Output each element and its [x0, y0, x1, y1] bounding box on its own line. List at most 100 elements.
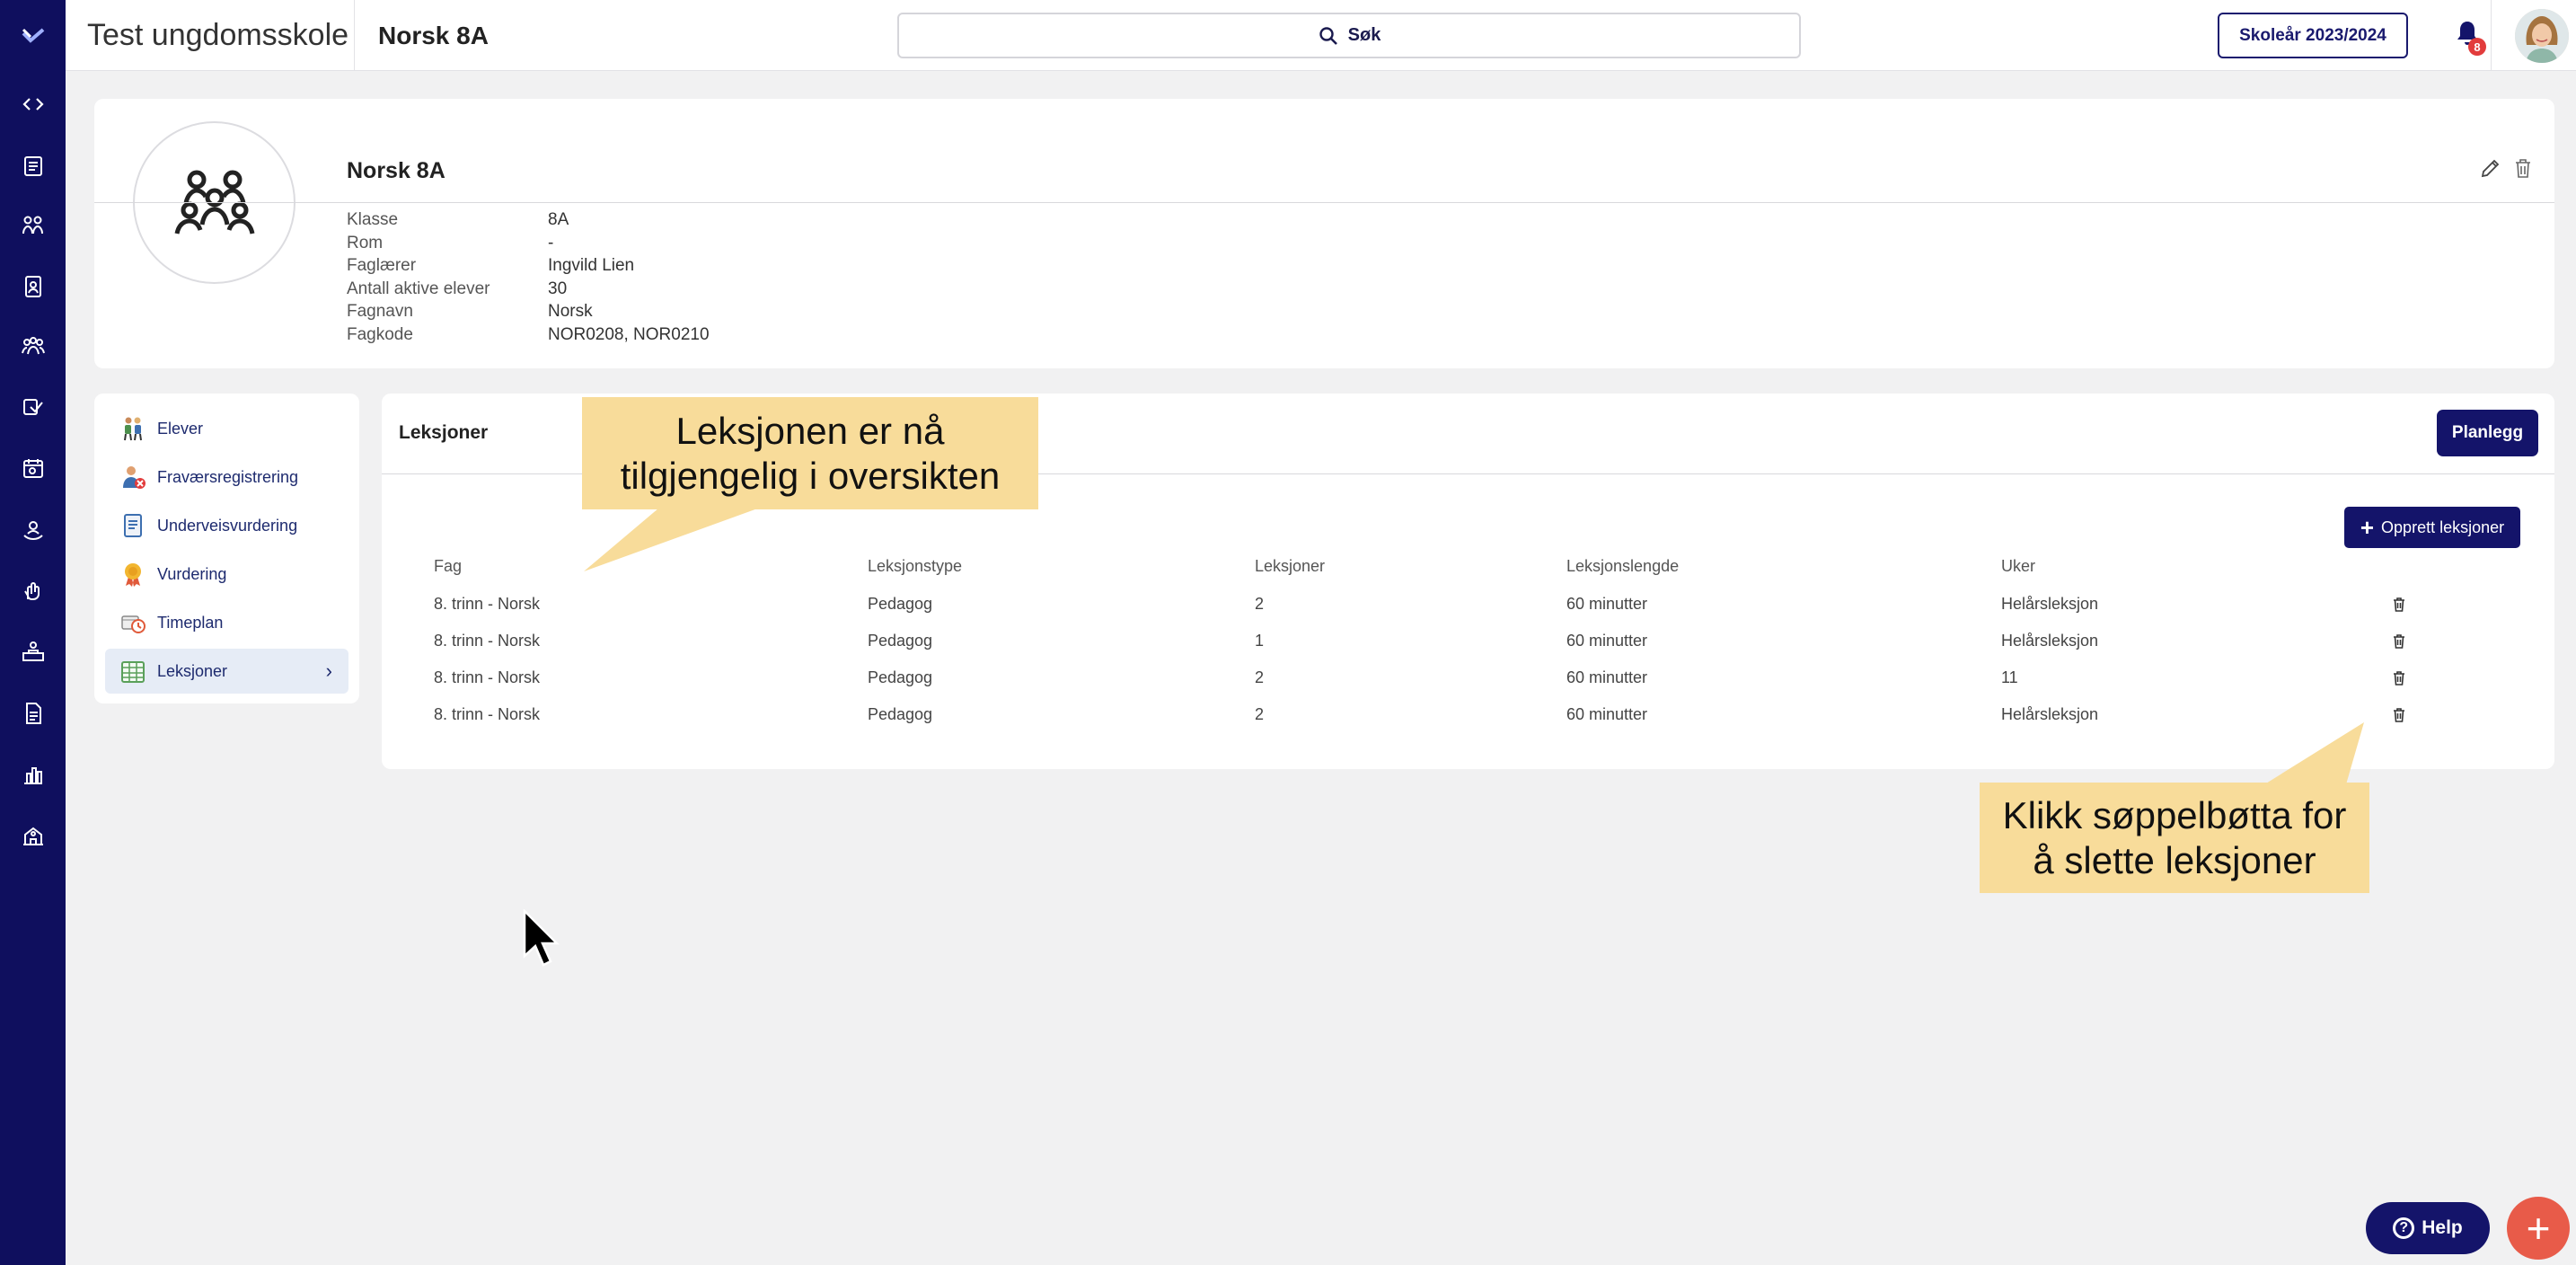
plan-button[interactable]: Planlegg	[2437, 410, 2538, 456]
add-fab-button[interactable]: +	[2507, 1197, 2570, 1260]
top-bar: Test ungdomsskole Norsk 8A Søk Skoleår 2…	[66, 0, 2576, 71]
trash-icon	[2516, 159, 2530, 178]
callout-line: tilgjengelig i oversikten	[620, 454, 1001, 497]
class-name: Norsk 8A	[347, 158, 446, 183]
callout-line: Leksjonen er nå	[675, 409, 945, 452]
cell-fag: 8. trinn - Norsk	[434, 595, 541, 613]
desk-icon[interactable]	[0, 632, 66, 671]
badge-icon[interactable]	[0, 267, 66, 306]
column-header-leksjoner: Leksjoner	[1255, 557, 1326, 575]
cell-fag: 8. trinn - Norsk	[434, 632, 541, 650]
trash-icon	[2394, 708, 2404, 722]
side-item-label: Vurdering	[157, 564, 227, 583]
notifications-button[interactable]: 8	[2452, 18, 2488, 56]
code-toggle-icon[interactable]	[0, 84, 66, 124]
cell-uker: Helårsleksjon	[2001, 705, 2099, 723]
info-row: Fagnavn Norsk	[347, 302, 710, 325]
side-item-elever[interactable]: Elever	[105, 406, 348, 451]
avatar[interactable]	[2515, 9, 2569, 63]
column-header-uker: Uker	[2001, 557, 2036, 575]
school-year-button[interactable]: Skoleår 2023/2024	[2218, 13, 2408, 58]
cell-leksjonslengde: 60 minutter	[1566, 632, 1648, 650]
class-side-menu: Elever Fraværsregistrering Underveisvurd…	[94, 394, 359, 703]
info-value: 30	[548, 279, 568, 298]
question-icon: ?	[2393, 1217, 2415, 1239]
trash-icon	[2394, 634, 2404, 649]
info-key: Fagkode	[347, 324, 413, 344]
side-item-underveisvurdering[interactable]: Underveisvurdering	[105, 503, 348, 548]
person-care-icon[interactable]	[0, 511, 66, 551]
callout-lesson-available: Leksjonen er nå tilgjengelig i oversikte…	[582, 397, 1038, 509]
cell-leksjoner: 2	[1255, 668, 1265, 686]
info-key: Klasse	[347, 210, 399, 229]
hand-icon[interactable]	[0, 571, 66, 611]
side-item-label: Fraværsregistrering	[157, 467, 299, 486]
search-input[interactable]: Søk	[897, 13, 1801, 58]
class-info: Klasse 8A Rom - Faglærer Ingvild Lien Antal…	[347, 210, 710, 349]
school-icon[interactable]	[0, 816, 66, 855]
side-item-fravaersregistrering[interactable]: Fraværsregistrering	[105, 455, 348, 500]
chevron-right-icon: ›	[325, 659, 332, 682]
info-value: NOR0208, NOR0210	[548, 324, 710, 344]
column-header-fag: Fag	[434, 557, 463, 575]
cell-leksjonstype: Pedagog	[868, 668, 933, 686]
notification-badge: 8	[2468, 38, 2486, 56]
lessons-icon	[121, 661, 145, 683]
cell-leksjonslengde: 60 minutter	[1566, 595, 1648, 613]
students-icon	[124, 417, 142, 441]
info-key: Fagnavn	[347, 302, 413, 322]
assessment-icon	[124, 514, 142, 537]
info-value: Ingvild Lien	[548, 256, 635, 276]
groups-icon[interactable]	[0, 206, 66, 245]
divider	[2491, 0, 2492, 71]
school-name[interactable]: Test ungdomsskole	[87, 18, 348, 53]
callout-delete-lessons: Klikk søppelbøtta for å slette leksjoner	[1980, 783, 2369, 893]
cell-leksjonstype: Pedagog	[868, 705, 933, 723]
delete-lesson-button[interactable]	[2390, 596, 2408, 614]
divider	[94, 202, 2554, 203]
delete-class-button[interactable]	[2511, 156, 2535, 184]
help-button[interactable]: ? Help	[2366, 1202, 2490, 1254]
info-key: Antall aktive elever	[347, 279, 490, 298]
side-item-timeplan[interactable]: Timeplan	[105, 600, 348, 645]
info-row: Klasse 8A	[347, 210, 710, 234]
plus-icon: +	[2360, 514, 2375, 541]
cell-leksjoner: 2	[1255, 595, 1265, 613]
edit-button[interactable]	[2479, 156, 2502, 184]
callout-line: å slette leksjoner	[2033, 838, 2316, 881]
search-icon	[1319, 26, 1337, 45]
medal-icon	[125, 563, 141, 587]
lessons-title: Leksjoner	[399, 422, 489, 443]
cell-uker: Helårsleksjon	[2001, 632, 2099, 650]
cell-leksjonslengde: 60 minutter	[1566, 705, 1648, 723]
create-lessons-button[interactable]: + Opprett leksjoner	[2344, 507, 2520, 548]
document-icon[interactable]	[0, 694, 66, 733]
cell-uker: Helårsleksjon	[2001, 595, 2099, 613]
cell-fag: 8. trinn - Norsk	[434, 668, 541, 686]
classes-icon[interactable]	[0, 327, 66, 367]
side-item-label: Leksjoner	[157, 661, 228, 680]
absence-icon	[123, 466, 146, 489]
logo-icon[interactable]	[0, 16, 66, 56]
delete-lesson-button[interactable]	[2390, 669, 2408, 687]
column-header-leksjonslengde: Leksjonslengde	[1566, 557, 1680, 575]
statistics-icon[interactable]	[0, 755, 66, 794]
side-item-leksjoner[interactable]: Leksjoner ›	[105, 649, 348, 694]
cell-leksjonstype: Pedagog	[868, 595, 933, 613]
cell-leksjonstype: Pedagog	[868, 632, 933, 650]
column-header-leksjonstype: Leksjonstype	[868, 557, 963, 575]
cell-uker: 11	[2001, 668, 2018, 686]
side-item-vurdering[interactable]: Vurdering	[105, 552, 348, 597]
delete-lesson-button[interactable]	[2390, 706, 2408, 724]
news-icon[interactable]	[0, 146, 66, 186]
plus-icon: +	[2526, 1205, 2551, 1252]
tasks-icon[interactable]	[0, 388, 66, 428]
callout-pointer	[584, 503, 772, 571]
delete-lesson-button[interactable]	[2390, 632, 2408, 650]
calendar-icon[interactable]	[0, 449, 66, 489]
mouse-cursor-icon	[523, 909, 560, 967]
cell-fag: 8. trinn - Norsk	[434, 705, 541, 723]
info-value: Norsk	[548, 302, 593, 322]
trash-icon	[2394, 597, 2404, 612]
info-key: Rom	[347, 233, 384, 252]
